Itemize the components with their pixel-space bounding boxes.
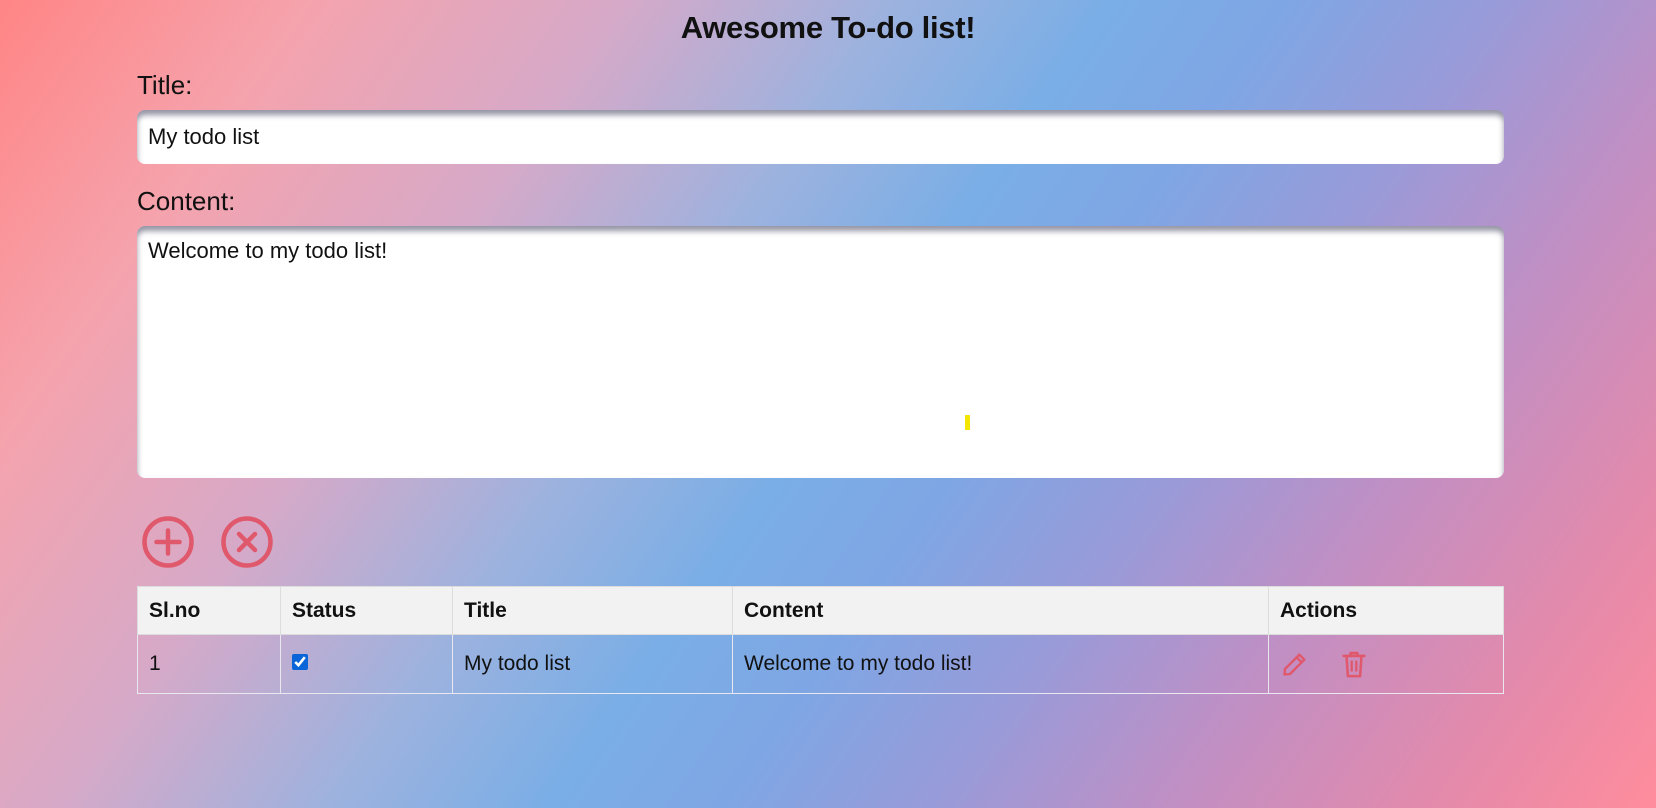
title-label: Title: [137,70,193,100]
header-title: Title [452,586,733,635]
x-circle-icon [221,516,273,568]
row-actions [1268,634,1504,694]
status-checkbox[interactable] [292,654,308,670]
title-input[interactable] [137,110,1504,164]
header-status: Status [280,586,453,635]
table-header-row: Sl.no Status Title Content Actions [137,586,1504,635]
page-title: Awesome To-do list! [680,10,976,45]
header-slno: Sl.no [137,586,281,635]
clear-form-button[interactable] [220,515,274,569]
content-label: Content: [137,186,236,216]
header-content: Content [732,586,1269,635]
row-content: Welcome to my todo list! [732,634,1269,694]
table-row: 1 My todo list Welcome to my todo list! [137,634,1504,694]
edit-button[interactable] [1280,649,1310,679]
mouse-cursor-marker [965,415,970,430]
content-textarea[interactable]: Welcome to my todo list! [137,226,1504,478]
delete-button[interactable] [1340,649,1368,679]
row-status-cell [280,634,453,694]
row-slno: 1 [137,634,281,694]
trash-icon [1342,651,1366,678]
pencil-icon [1283,653,1306,676]
add-todo-button[interactable] [141,515,195,569]
row-title: My todo list [452,634,733,694]
header-actions: Actions [1268,586,1504,635]
plus-circle-icon [142,516,194,568]
todo-table: Sl.no Status Title Content Actions 1 My … [137,586,1504,694]
